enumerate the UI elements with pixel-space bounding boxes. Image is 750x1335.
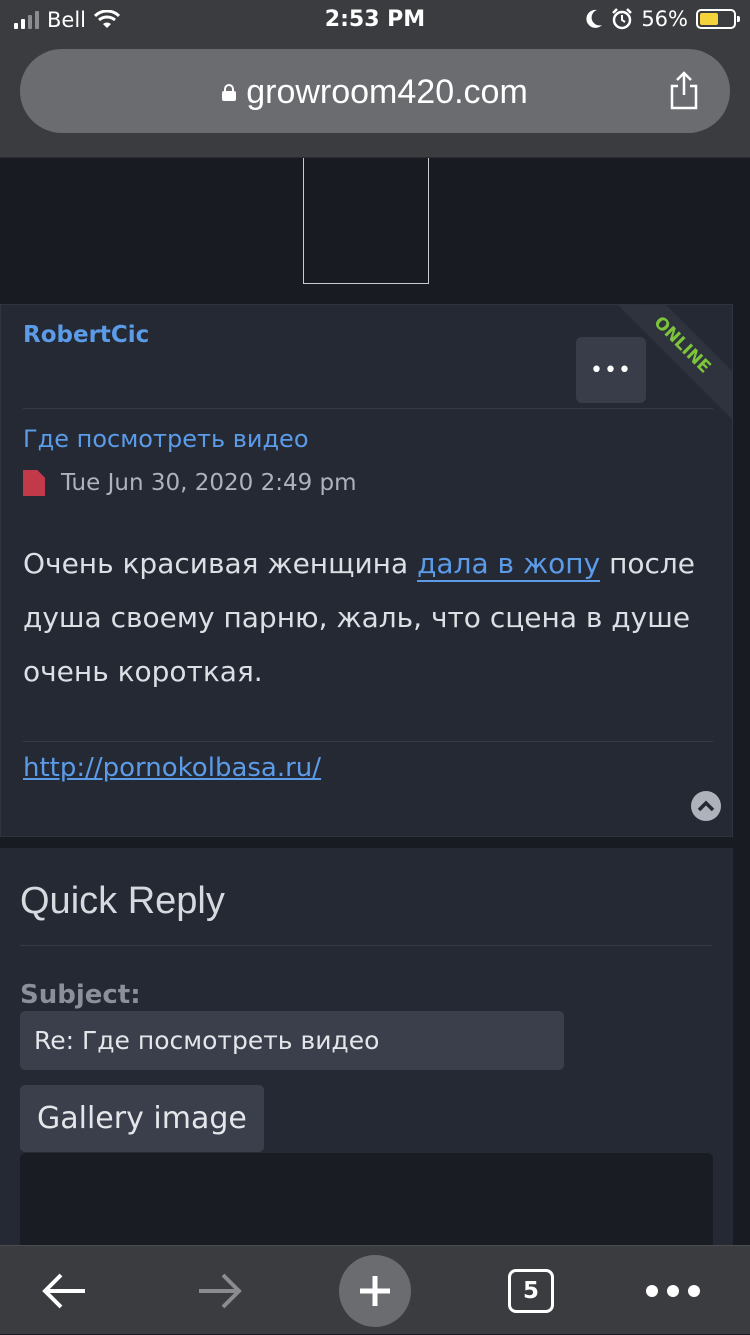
- divider: [23, 741, 713, 742]
- forum-post: RobertCic ONLINE ••• Где посмотреть виде…: [0, 304, 733, 837]
- arrow-left-icon: [42, 1273, 85, 1308]
- browser-header: growroom420.com: [0, 40, 750, 158]
- more-options-button[interactable]: •••: [576, 337, 646, 403]
- divider: [23, 408, 713, 409]
- more-icon: •••: [590, 357, 632, 383]
- back-button[interactable]: [30, 1246, 98, 1335]
- post-meta: Tue Jun 30, 2020 2:49 pm: [23, 470, 357, 496]
- tab-count: 5: [508, 1268, 554, 1313]
- signature-link[interactable]: http://pornokolbasa.ru/: [23, 753, 321, 783]
- tabs-button[interactable]: 5: [505, 1246, 557, 1335]
- alarm-icon: [612, 8, 633, 30]
- more-horizontal-icon: [646, 1284, 700, 1297]
- chevron-up-icon: [697, 800, 715, 812]
- battery-icon: [696, 9, 740, 29]
- divider: [20, 945, 712, 946]
- quick-reply-title: Quick Reply: [20, 880, 225, 922]
- post-body-link[interactable]: дала в жопу: [417, 547, 601, 582]
- scroll-top-button[interactable]: [691, 791, 721, 821]
- status-right: 56%: [585, 7, 740, 31]
- online-label: ONLINE: [649, 312, 715, 378]
- post-body-text-1: Очень красивая женщина: [23, 547, 418, 580]
- post-body: Очень красивая женщина дала в жопу после…: [23, 537, 713, 699]
- post-author[interactable]: RobertCic: [23, 322, 149, 348]
- image-placeholder: [303, 158, 429, 284]
- browser-toolbar: 5: [0, 1245, 750, 1334]
- address-bar[interactable]: growroom420.com: [20, 49, 730, 133]
- post-title[interactable]: Где посмотреть видео: [23, 425, 309, 453]
- battery-fill: [700, 13, 718, 25]
- url-display[interactable]: growroom420.com: [20, 73, 730, 112]
- status-bar: Bell 2:53 PM 56%: [0, 0, 750, 40]
- new-tab-button[interactable]: [339, 1246, 411, 1335]
- share-icon[interactable]: [668, 71, 700, 111]
- url-text: growroom420.com: [246, 73, 528, 111]
- plus-icon: [360, 1275, 390, 1306]
- file-icon[interactable]: [23, 470, 45, 496]
- subject-input[interactable]: [20, 1011, 564, 1070]
- post-date: Tue Jun 30, 2020 2:49 pm: [61, 470, 357, 496]
- menu-button[interactable]: [640, 1246, 706, 1335]
- battery-percent: 56%: [641, 7, 688, 31]
- moon-icon: [586, 9, 603, 28]
- quick-reply-panel: Quick Reply Subject: Gallery image: [0, 848, 733, 1273]
- forward-button[interactable]: [186, 1246, 254, 1335]
- arrow-right-icon: [199, 1273, 242, 1308]
- new-tab-circle: [339, 1254, 411, 1327]
- subject-label: Subject:: [20, 980, 141, 1010]
- gallery-image-button[interactable]: Gallery image: [20, 1085, 264, 1152]
- lock-icon: [222, 84, 237, 101]
